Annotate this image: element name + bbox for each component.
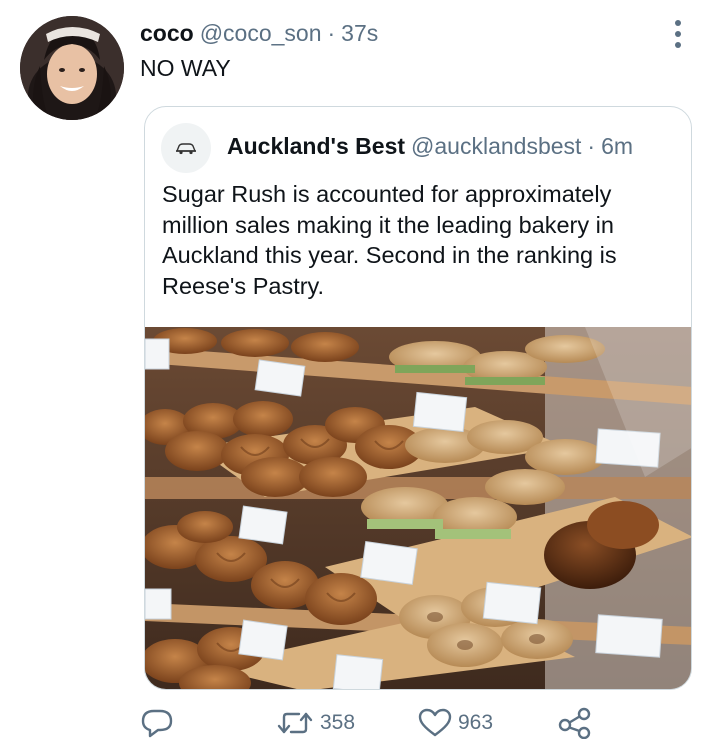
retweet-button[interactable]: 358 xyxy=(276,706,355,740)
reply-button[interactable] xyxy=(140,706,174,740)
like-count: 963 xyxy=(458,711,494,734)
car-logo-icon xyxy=(175,143,197,155)
author-avatar[interactable] xyxy=(20,16,124,120)
more-dot-icon xyxy=(675,20,681,26)
like-button[interactable]: 963 xyxy=(418,706,493,740)
more-options-button[interactable] xyxy=(664,18,692,50)
quoted-tweet-text: Sugar Rush is accounted for approximatel… xyxy=(162,181,617,299)
retweet-count: 358 xyxy=(320,711,356,734)
tweet-timestamp[interactable]: 37s xyxy=(341,20,378,47)
more-dot-icon xyxy=(675,42,681,48)
reply-icon xyxy=(141,709,173,738)
quoted-tweet-header: Auckland's Best @aucklandsbest · 6m xyxy=(227,133,633,160)
heart-icon xyxy=(418,708,452,737)
bakery-photo[interactable] xyxy=(145,327,691,689)
share-icon xyxy=(558,707,591,739)
quoted-author-avatar[interactable] xyxy=(161,123,211,173)
quoted-author-display-name[interactable]: Auckland's Best xyxy=(227,133,405,160)
quoted-tweet[interactable]: Auckland's Best @aucklandsbest · 6m Suga… xyxy=(144,106,692,690)
tweet[interactable]: coco @coco_son · 37s NO WAY Auckland's B… xyxy=(0,0,719,756)
tweet-actions: 358 963 xyxy=(0,700,719,746)
retweet-icon xyxy=(277,712,313,734)
more-dot-icon xyxy=(675,31,681,37)
separator-dot: · xyxy=(587,133,596,159)
tweet-header: coco @coco_son · 37s xyxy=(140,20,378,50)
quoted-tweet-timestamp[interactable]: 6m xyxy=(601,133,633,160)
quoted-author-handle[interactable]: @aucklandsbest xyxy=(411,133,581,160)
author-display-name[interactable]: coco xyxy=(140,20,194,47)
author-handle[interactable]: @coco_son xyxy=(200,20,322,47)
separator-dot: · xyxy=(327,20,336,46)
share-button[interactable] xyxy=(558,706,592,740)
tweet-text: NO WAY xyxy=(140,55,231,81)
